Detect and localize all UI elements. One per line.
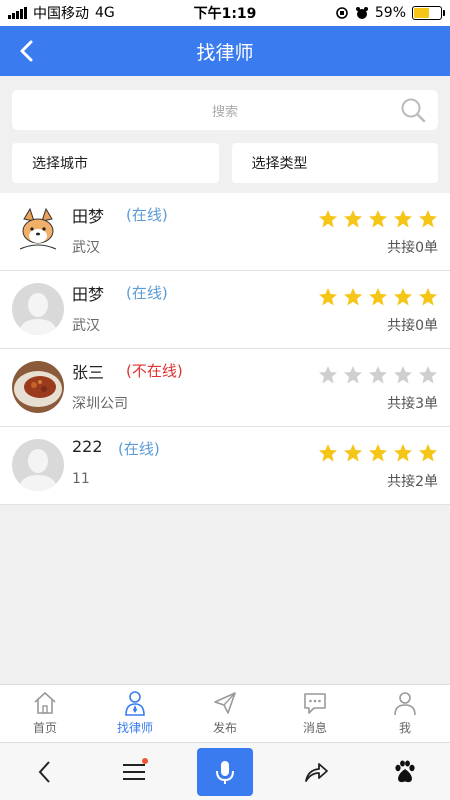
star-filled-icon xyxy=(419,444,437,462)
lawyer-city: 深圳公司 xyxy=(72,396,128,412)
default-avatar xyxy=(12,439,64,491)
star-filled-icon xyxy=(344,444,362,462)
send-icon xyxy=(214,692,236,714)
tab-label: 首页 xyxy=(32,721,57,735)
tab-label: 找律师 xyxy=(116,721,153,735)
search-placeholder: 搜索 xyxy=(211,104,238,120)
type-filter-button[interactable]: 选择类型 xyxy=(231,143,438,183)
city-filter-button[interactable]: 选择城市 xyxy=(12,143,219,183)
app-header: 找律师 xyxy=(0,26,450,76)
order-count: 共接0单 xyxy=(387,318,438,334)
lawyer-list-item[interactable]: 田梦 (在线) 武汉 共接0单 xyxy=(0,193,450,271)
user-icon xyxy=(394,692,416,716)
rating-stars xyxy=(318,365,438,385)
lawyer-name: 田梦 xyxy=(72,207,105,226)
battery-icon xyxy=(412,6,445,20)
battery-percent: 59% xyxy=(374,5,406,21)
lawyer-name: 田梦 xyxy=(72,285,105,304)
notification-dot xyxy=(141,757,148,764)
star-empty-icon xyxy=(419,366,437,384)
lawyer-list-item[interactable]: 田梦 (在线) 武汉 共接0单 xyxy=(0,271,450,349)
browser-toolbar xyxy=(0,742,450,800)
default-avatar xyxy=(12,283,64,335)
search-icon[interactable] xyxy=(400,97,426,123)
message-icon xyxy=(304,693,326,714)
star-filled-icon xyxy=(344,210,362,228)
star-filled-icon xyxy=(394,210,412,228)
star-empty-icon xyxy=(344,366,362,384)
rating-stars xyxy=(318,287,438,307)
star-empty-icon xyxy=(394,366,412,384)
lawyer-city: 武汉 xyxy=(72,240,100,256)
lawyer-list-item[interactable]: 222 (在线) 11 共接2单 xyxy=(0,427,450,505)
star-filled-icon xyxy=(319,210,337,228)
browser-menu-button[interactable] xyxy=(108,748,160,796)
lawyer-name: 张三 xyxy=(72,363,105,382)
network-label: 4G xyxy=(95,5,115,21)
rating-stars xyxy=(318,443,438,463)
status-right: 59% xyxy=(335,5,445,21)
online-status: (不在线) xyxy=(126,362,183,380)
home-icon xyxy=(34,691,56,714)
status-left: 中国移动 4G xyxy=(8,3,115,23)
lawyer-name: 222 xyxy=(72,437,103,456)
corgi-avatar xyxy=(12,205,64,257)
share-icon xyxy=(305,762,329,782)
star-empty-icon xyxy=(319,366,337,384)
tab-message[interactable]: 消息 xyxy=(270,685,360,742)
signal-icon xyxy=(8,7,27,19)
order-count: 共接0单 xyxy=(387,240,438,256)
tab-label: 消息 xyxy=(302,721,327,735)
food-photo-avatar xyxy=(12,361,64,413)
browser-back-button[interactable] xyxy=(19,748,71,796)
tab-home[interactable]: 首页 xyxy=(0,685,90,742)
lawyer-city: 武汉 xyxy=(72,318,100,334)
star-filled-icon xyxy=(369,288,387,306)
rating-stars xyxy=(318,209,438,229)
order-count: 共接3单 xyxy=(387,396,438,412)
online-status: (在线) xyxy=(118,440,160,458)
lawyer-icon xyxy=(125,691,145,716)
carrier-label: 中国移动 xyxy=(33,6,89,22)
tab-send[interactable]: 发布 xyxy=(180,685,270,742)
online-status: (在线) xyxy=(126,284,168,302)
order-count: 共接2单 xyxy=(387,474,438,490)
star-filled-icon xyxy=(394,288,412,306)
alarm-icon xyxy=(355,7,368,19)
lawyer-list-item[interactable]: 张三 (不在线) 深圳公司 共接3单 xyxy=(0,349,450,427)
battery-fill xyxy=(414,8,430,18)
star-filled-icon xyxy=(419,288,437,306)
star-filled-icon xyxy=(394,444,412,462)
browser-share-button[interactable] xyxy=(290,748,342,796)
back-icon xyxy=(38,760,50,783)
search-input[interactable]: 搜索 xyxy=(12,90,438,130)
bottom-tab-bar: 首页 找律师 发布 消息 我 xyxy=(0,684,450,742)
star-filled-icon xyxy=(369,210,387,228)
back-arrow-icon[interactable] xyxy=(16,38,40,64)
baidu-paw-icon xyxy=(395,760,415,782)
star-empty-icon xyxy=(369,366,387,384)
status-bar: 中国移动 4G 下午1:19 59% xyxy=(0,0,450,26)
baidu-home-button[interactable] xyxy=(379,748,431,796)
star-filled-icon xyxy=(319,288,337,306)
tab-user[interactable]: 我 xyxy=(360,685,450,742)
star-filled-icon xyxy=(419,210,437,228)
voice-search-button[interactable] xyxy=(196,747,253,796)
tab-label: 发布 xyxy=(212,721,237,735)
star-filled-icon xyxy=(344,288,362,306)
online-status: (在线) xyxy=(126,206,168,224)
tab-lawyer[interactable]: 找律师 xyxy=(90,685,180,742)
lawyer-list: 田梦 (在线) 武汉 共接0单 田梦 (在线) 武汉 共接0单 张三 (不在线) 深圳公司 共接3单 2… xyxy=(0,193,450,505)
lawyer-city: 11 xyxy=(72,471,90,487)
tab-label: 我 xyxy=(398,721,411,735)
star-filled-icon xyxy=(369,444,387,462)
page-title: 找律师 xyxy=(196,41,254,64)
rotation-lock-icon xyxy=(336,7,348,19)
filter-bar: 选择城市 选择类型 xyxy=(12,143,438,183)
star-filled-icon xyxy=(319,444,337,462)
mic-icon xyxy=(215,760,234,784)
